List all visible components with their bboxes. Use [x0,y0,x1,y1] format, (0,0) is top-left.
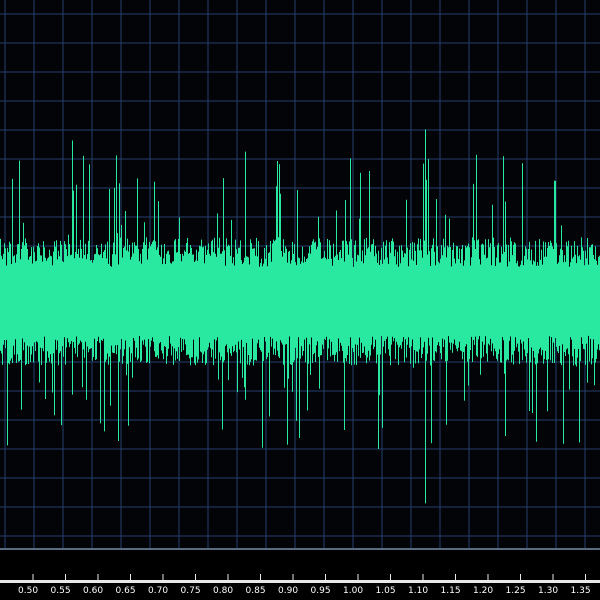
ruler-label: 0.50 [18,586,38,596]
waveform-view[interactable] [0,0,600,548]
ruler-label: 0.70 [148,586,168,596]
ruler-label: 1.05 [376,586,396,596]
waveform-canvas[interactable] [0,0,600,548]
ruler-label: 0.55 [51,586,71,596]
ruler-label: 0.75 [181,586,201,596]
ruler-label: 0.60 [83,586,103,596]
ruler-label: 0.90 [278,586,298,596]
ruler-label: 0.65 [116,586,136,596]
ruler-label: 0.85 [246,586,266,596]
ruler-label: 1.10 [408,586,428,596]
ruler-label: 1.35 [571,586,591,596]
waveform-path [0,129,600,504]
time-ruler[interactable]: 0.50 0.55 0.60 0.65 0.70 0.75 0.80 0.85 0.90 0.95… [0,550,600,600]
ruler-label: 1.30 [538,586,558,596]
time-ruler-canvas[interactable]: 0.50 0.55 0.60 0.65 0.70 0.75 0.80 0.85 0.90 0.95… [0,550,600,600]
ruler-label: 0.95 [311,586,331,596]
ruler-band [0,580,600,583]
waveform-trace [0,129,600,504]
ruler-label: 0.80 [213,586,233,596]
ruler-label: 1.20 [473,586,493,596]
audio-editor-window: 0.50 0.55 0.60 0.65 0.70 0.75 0.80 0.85 0.90 0.95… [0,0,600,600]
ruler-label: 1.00 [343,586,363,596]
ruler-label: 1.15 [441,586,461,596]
ruler-label: 1.25 [506,586,526,596]
